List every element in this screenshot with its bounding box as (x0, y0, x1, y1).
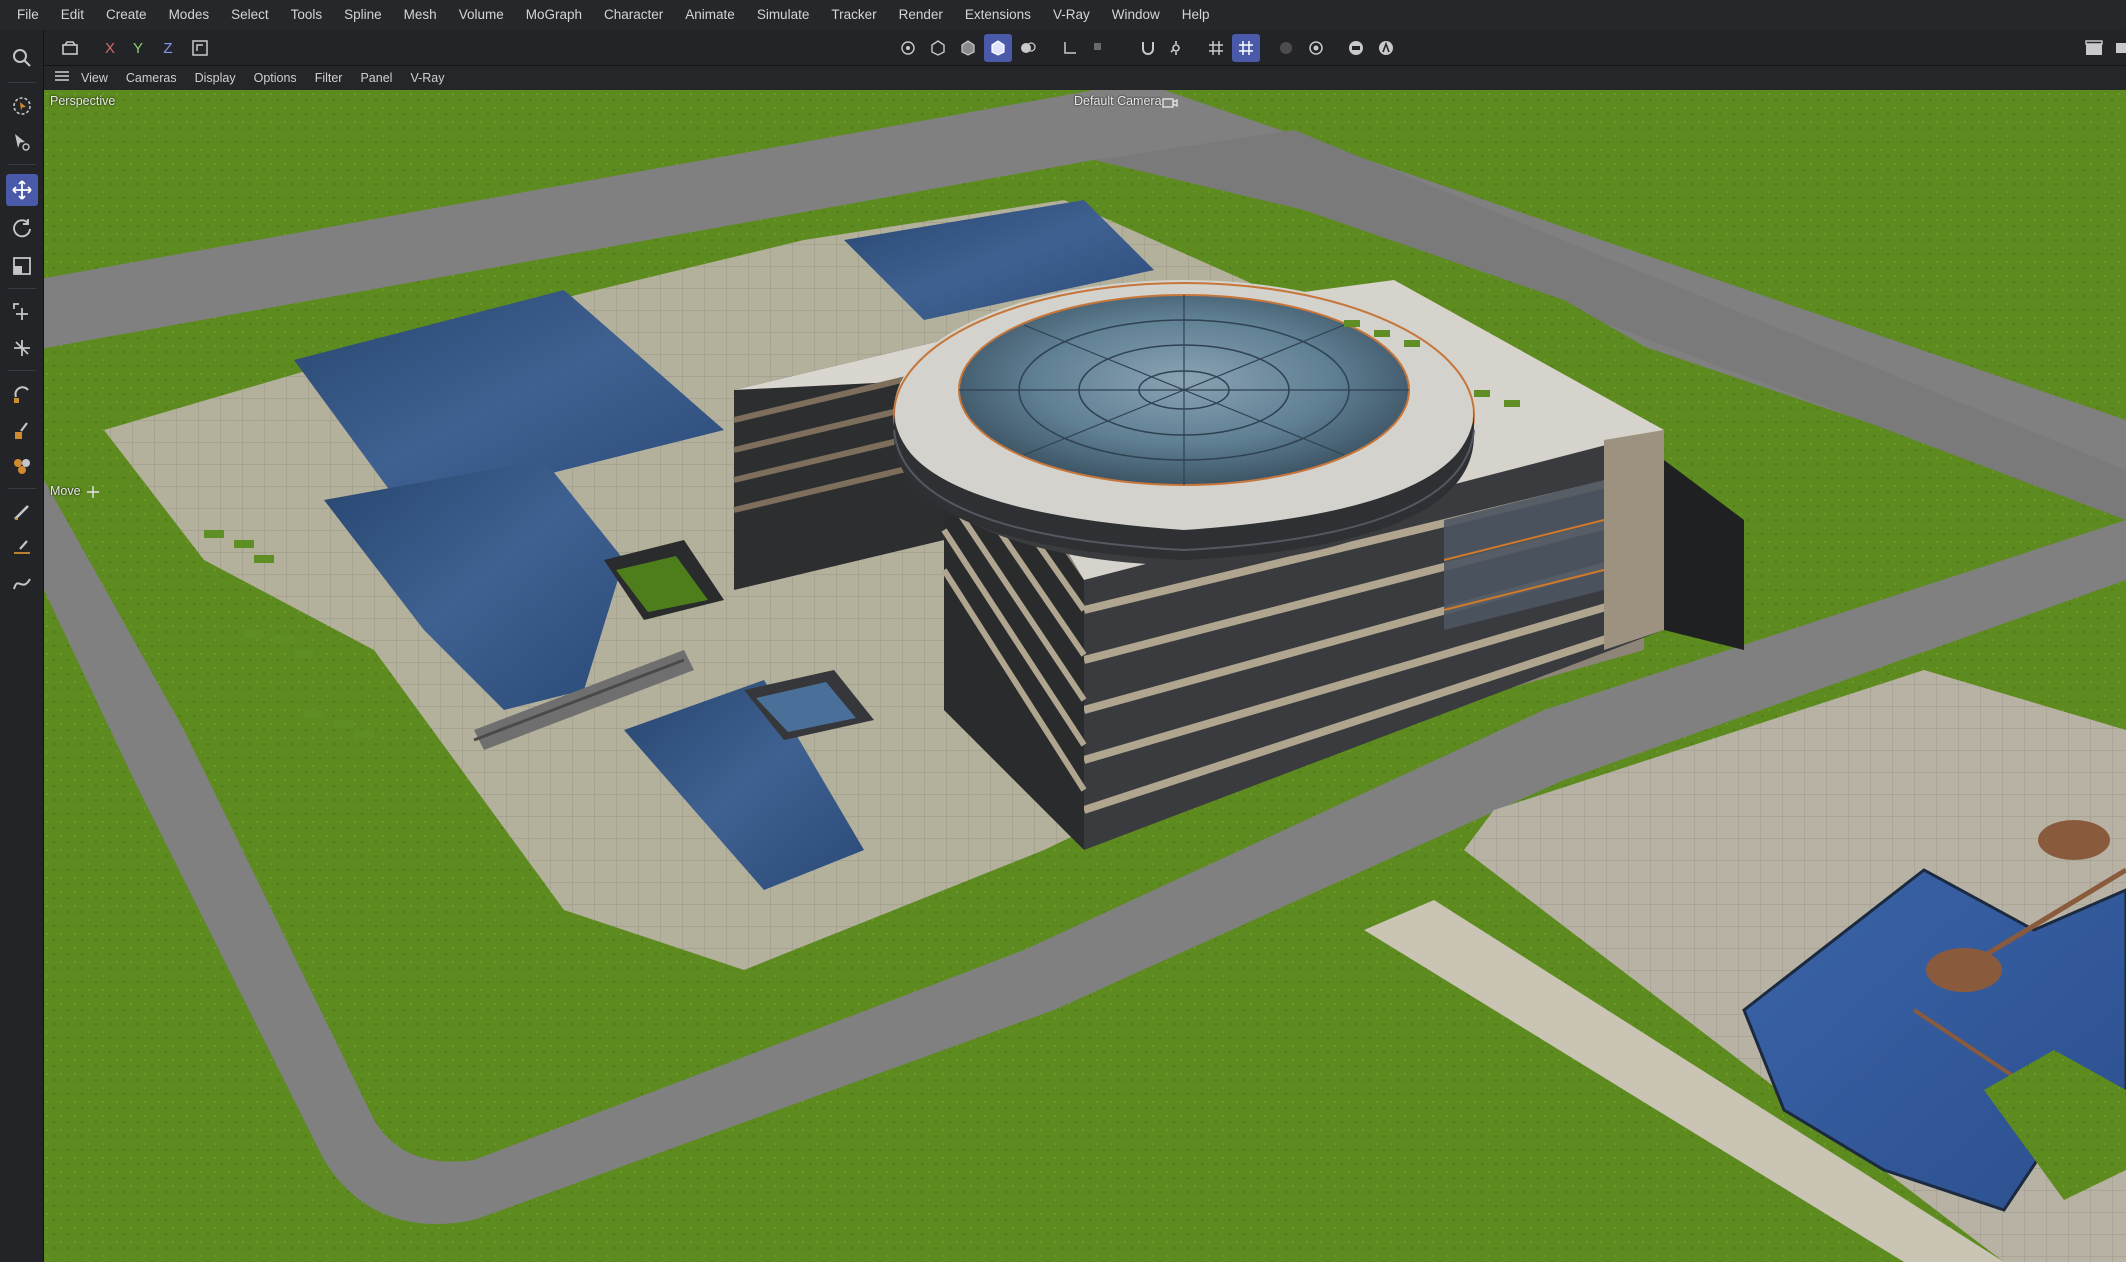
spline-icon[interactable] (6, 568, 38, 600)
menu-bar: File Edit Create Modes Select Tools Spli… (0, 0, 2126, 30)
move-tool-label: Move (50, 484, 81, 498)
main-toolbar: X Y Z (0, 30, 2126, 66)
object-mode-icon[interactable] (1014, 34, 1042, 62)
menu-select[interactable]: Select (220, 0, 280, 30)
viewport-menu-cameras[interactable]: Cameras (117, 71, 186, 85)
menu-edit[interactable]: Edit (50, 0, 95, 30)
axis-y-lock-button[interactable]: Y (124, 34, 152, 62)
points-mode-icon[interactable] (894, 34, 922, 62)
menu-extensions[interactable]: Extensions (954, 0, 1042, 30)
menu-simulate[interactable]: Simulate (746, 0, 821, 30)
viewport-menu-vray[interactable]: V-Ray (401, 71, 453, 85)
live-selection-icon[interactable] (6, 90, 38, 122)
menu-render[interactable]: Render (888, 0, 954, 30)
scale-icon[interactable] (6, 250, 38, 282)
menu-mesh[interactable]: Mesh (393, 0, 448, 30)
vray-auto-icon[interactable] (1372, 34, 1400, 62)
viewport-menu-options[interactable]: Options (245, 71, 306, 85)
snap-icon[interactable] (6, 332, 38, 364)
menu-file[interactable]: File (6, 0, 50, 30)
render-region-icon[interactable] (1272, 34, 1300, 62)
clapper-icon[interactable] (2080, 34, 2108, 62)
viewport-menu-display[interactable]: Display (186, 71, 245, 85)
workplane-icon[interactable] (1084, 34, 1112, 62)
paint-icon[interactable] (6, 450, 38, 482)
knife-icon[interactable] (6, 496, 38, 528)
magnet-icon[interactable] (6, 532, 38, 564)
menu-spline[interactable]: Spline (333, 0, 393, 30)
undo-view-icon[interactable] (56, 34, 84, 62)
render-target-icon[interactable] (1302, 34, 1330, 62)
edges-mode-icon[interactable] (924, 34, 952, 62)
grid-snap-icon[interactable] (1232, 34, 1260, 62)
grid-icon[interactable] (1202, 34, 1230, 62)
rotate-icon[interactable] (6, 212, 38, 244)
camera-label[interactable]: Default Camera (1074, 94, 1162, 108)
vray-render-icon[interactable] (1342, 34, 1370, 62)
menu-help[interactable]: Help (1171, 0, 1221, 30)
view-label: Perspective (50, 94, 116, 108)
menu-window[interactable]: Window (1101, 0, 1171, 30)
viewport-menu-panel[interactable]: Panel (351, 71, 401, 85)
snap-magnet-icon[interactable] (1134, 34, 1162, 62)
axis-mode-icon[interactable] (1056, 34, 1084, 62)
snap-settings-icon[interactable] (1162, 34, 1190, 62)
viewport-menu-icon[interactable] (50, 69, 72, 87)
axis-x-lock-button[interactable]: X (96, 34, 124, 62)
menu-vray[interactable]: V-Ray (1042, 0, 1101, 30)
brush-icon[interactable] (6, 414, 38, 446)
move-icon[interactable] (6, 174, 38, 206)
viewport-menu: View Cameras Display Options Filter Pane… (44, 66, 2126, 90)
menu-tools[interactable]: Tools (280, 0, 334, 30)
menu-character[interactable]: Character (593, 0, 674, 30)
menu-modes[interactable]: Modes (158, 0, 221, 30)
model-mode-icon[interactable] (984, 34, 1012, 62)
menu-create[interactable]: Create (95, 0, 158, 30)
viewport-menu-filter[interactable]: Filter (306, 71, 352, 85)
axis-z-lock-button[interactable]: Z (154, 34, 182, 62)
3d-viewport[interactable]: Perspective Default Camera Move (44, 90, 2126, 1262)
menu-animate[interactable]: Animate (674, 0, 746, 30)
menu-tracker[interactable]: Tracker (820, 0, 887, 30)
scene-render (44, 90, 2126, 1262)
menu-mograph[interactable]: MoGraph (515, 0, 593, 30)
render-view-icon[interactable] (2108, 34, 2126, 62)
select-tool-icon[interactable] (6, 126, 38, 158)
polygons-mode-icon[interactable] (954, 34, 982, 62)
menu-volume[interactable]: Volume (448, 0, 515, 30)
sculpt-icon[interactable] (6, 378, 38, 410)
transform-icon[interactable] (6, 296, 38, 328)
search-icon[interactable] (6, 42, 38, 74)
left-tool-palette (0, 30, 44, 1262)
coordinate-system-icon[interactable] (186, 34, 214, 62)
viewport-menu-view[interactable]: View (72, 71, 117, 85)
